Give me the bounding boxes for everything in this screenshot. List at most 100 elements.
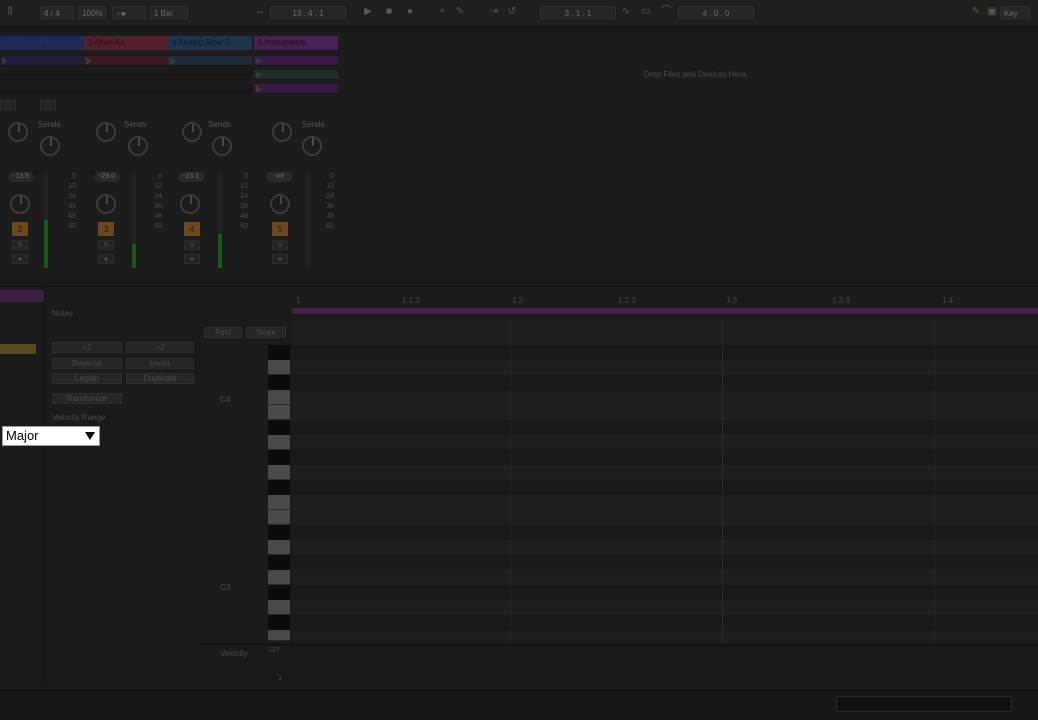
metronome-button[interactable]: ○● (112, 6, 146, 19)
scale-name-select[interactable]: Major (2, 426, 100, 446)
volume-field[interactable]: -29.0 (94, 172, 120, 182)
stop-icon[interactable]: ■ (383, 6, 395, 18)
send-a-knob[interactable] (182, 122, 202, 142)
clip-launch-icon[interactable] (170, 57, 176, 65)
arm-button[interactable]: ● (272, 254, 288, 264)
time-signature-field[interactable]: 4 / 4 (40, 6, 74, 19)
clip-launch-icon[interactable] (256, 85, 262, 93)
clip-slot[interactable] (168, 84, 252, 94)
computer-keyboard-icon[interactable]: ▣ (986, 6, 998, 18)
monitor-button[interactable] (0, 100, 16, 110)
track-activator-button[interactable]: 4 (184, 222, 200, 236)
clip-activator[interactable] (0, 344, 36, 354)
legato-button[interactable]: Legato (52, 373, 122, 384)
pencil-icon[interactable]: ✎ (970, 6, 982, 18)
track-activator-button[interactable]: 5 (272, 222, 288, 236)
clip-slot[interactable] (168, 56, 252, 66)
clip-slot[interactable] (84, 70, 168, 80)
arm-button[interactable]: ● (184, 254, 200, 264)
loop-length-field[interactable]: 4 . 0 . 0 (678, 6, 754, 19)
solo-button[interactable]: S (98, 240, 114, 250)
track-activator-button[interactable]: 3 (98, 222, 114, 236)
velocity-min-label: 1 (278, 675, 282, 682)
loop-start-field[interactable]: 3 . 1 . 1 (540, 6, 616, 19)
solo-button[interactable]: S (272, 240, 288, 250)
clip-color-bar (0, 290, 44, 302)
pan-knob[interactable] (180, 194, 200, 214)
velocity-lane[interactable]: Velocity 127 1 (200, 644, 1038, 687)
volume-field[interactable]: -23.1 (178, 172, 204, 182)
fold-button[interactable]: Fold (204, 327, 242, 338)
halve-button[interactable]: ÷2 (126, 342, 194, 353)
piano-keyboard[interactable] (268, 345, 290, 641)
pan-knob[interactable] (96, 194, 116, 214)
volume-field[interactable]: -inf (266, 172, 292, 182)
send-a-knob[interactable] (8, 122, 28, 142)
send-b-knob[interactable] (302, 136, 322, 156)
send-b-knob[interactable] (212, 136, 232, 156)
clip-slot[interactable] (0, 56, 84, 66)
pan-knob[interactable] (10, 194, 30, 214)
midi-icon[interactable]: ▭ (640, 6, 652, 18)
track-title[interactable]: 5 Instruments (254, 36, 338, 50)
ruler-tick: 1 (296, 296, 301, 305)
tap-tempo-icon[interactable]: ⫼ (4, 6, 16, 18)
volume-field[interactable]: -13.5 (8, 172, 34, 182)
send-a-knob[interactable] (96, 122, 116, 142)
clip-launch-icon[interactable] (2, 57, 8, 65)
quantize-select[interactable]: 1 Bar (150, 6, 188, 19)
scale-button[interactable]: Scale (246, 327, 286, 338)
track-2: 3 Atom Kit Sends -29.0 3 S ● 0 12 24 36 48 60 (84, 36, 168, 276)
draw-mode-icon[interactable]: ∿ (620, 6, 632, 18)
invert-button[interactable]: Invert (126, 358, 194, 369)
clip-slot[interactable] (84, 84, 168, 94)
drop-zone-text[interactable]: Drop Files and Devices Here (600, 70, 790, 79)
clip-launch-icon[interactable] (86, 57, 92, 65)
duplicate-button[interactable]: Duplicate (126, 373, 194, 384)
clip-slot[interactable] (254, 84, 338, 94)
clip-slot[interactable] (84, 56, 168, 66)
reverse-button[interactable]: Reverse (52, 358, 122, 369)
solo-button[interactable]: S (184, 240, 200, 250)
db-scale: 0 12 24 36 48 60 (326, 173, 334, 230)
loop-brace[interactable] (292, 308, 1038, 314)
play-icon[interactable]: ▶ (362, 6, 374, 18)
track-activator-button[interactable]: 2 (12, 222, 28, 236)
arm-button[interactable]: ● (12, 254, 28, 264)
solo-button[interactable]: S (12, 240, 28, 250)
randomize-button[interactable]: Randomize (52, 393, 122, 404)
track-title[interactable]: 3 Atom Kit (84, 36, 168, 50)
track-title[interactable]: 4 Analog Slow 5 (168, 36, 252, 50)
automation-icon[interactable]: ✎ (454, 6, 466, 18)
velocity-label: Velocity (220, 649, 248, 658)
double-button[interactable]: ×2 (52, 342, 122, 353)
curve-icon[interactable]: ⌒ (660, 6, 672, 18)
clip-slot[interactable] (0, 84, 84, 94)
clip-slot[interactable] (168, 70, 252, 80)
timeline-ruler[interactable]: 1 1.1.3 1.2 1.2.3 1.3 1.3.3 1.4 (292, 294, 1038, 308)
clip-slot[interactable] (254, 56, 338, 66)
song-position-field[interactable]: 13 . 4 . 1 (270, 6, 346, 19)
follow-icon[interactable]: ↔ (254, 6, 266, 18)
key-map-button[interactable]: Key (1000, 6, 1030, 19)
send-b-knob[interactable] (128, 136, 148, 156)
send-a-knob[interactable] (272, 122, 292, 142)
overdub-icon[interactable]: + (436, 6, 448, 18)
record-icon[interactable]: ● (404, 6, 416, 18)
clip-launch-icon[interactable] (256, 57, 262, 65)
clip-slot[interactable] (0, 70, 84, 80)
track-title[interactable]: 808 Core Kit (0, 36, 84, 50)
clip-slot[interactable] (254, 70, 338, 80)
pan-knob[interactable] (270, 194, 290, 214)
ableton-window: ⫼ 4 / 4 100% ○● 1 Bar ↔ 13 . 4 . 1 ▶ ■ ●… (0, 0, 1038, 720)
headphone-icon[interactable] (40, 100, 56, 110)
zoom-field[interactable]: 100% (78, 6, 106, 19)
clip-launch-icon[interactable] (256, 71, 262, 79)
arm-button[interactable]: ● (98, 254, 114, 264)
track-3: 4 Analog Slow 5 Sends -23.1 4 S ● 0 12 24 3… (168, 36, 252, 276)
send-b-knob[interactable] (40, 136, 60, 156)
ruler-tick: 1.4 (942, 296, 954, 305)
punch-icon[interactable]: ⇥ (488, 6, 500, 18)
piano-roll-grid[interactable] (292, 320, 1038, 642)
loop-icon[interactable]: ↺ (506, 6, 518, 18)
